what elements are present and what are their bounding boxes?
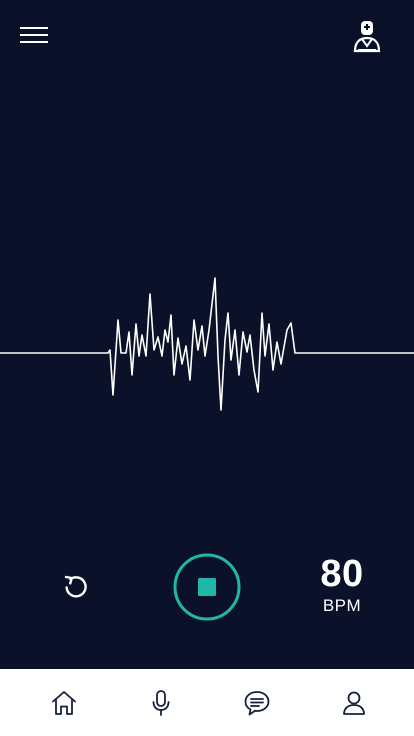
hamburger-menu-icon <box>20 27 48 43</box>
profile-icon <box>343 691 365 715</box>
menu-button[interactable] <box>18 22 50 48</box>
microphone-icon <box>152 690 170 716</box>
doctor-icon <box>353 21 381 53</box>
reset-button[interactable] <box>58 568 94 604</box>
nav-home[interactable] <box>49 688 79 718</box>
doctor-button[interactable] <box>350 18 386 54</box>
app-header <box>0 0 414 70</box>
bpm-value: 80 <box>320 553 364 595</box>
waveform-line <box>0 277 414 411</box>
bottom-navigation <box>0 669 414 736</box>
nav-chat[interactable] <box>242 688 272 718</box>
chat-icon <box>244 691 270 716</box>
stop-button[interactable] <box>173 553 241 621</box>
reset-icon <box>64 575 87 598</box>
nav-microphone[interactable] <box>146 688 176 718</box>
bpm-unit-label: BPM <box>322 596 362 615</box>
stop-icon <box>173 553 241 621</box>
nav-profile[interactable] <box>339 688 369 718</box>
home-icon <box>52 691 76 715</box>
bpm-display: 80 BPM <box>302 552 382 616</box>
heartbeat-waveform <box>0 277 414 411</box>
